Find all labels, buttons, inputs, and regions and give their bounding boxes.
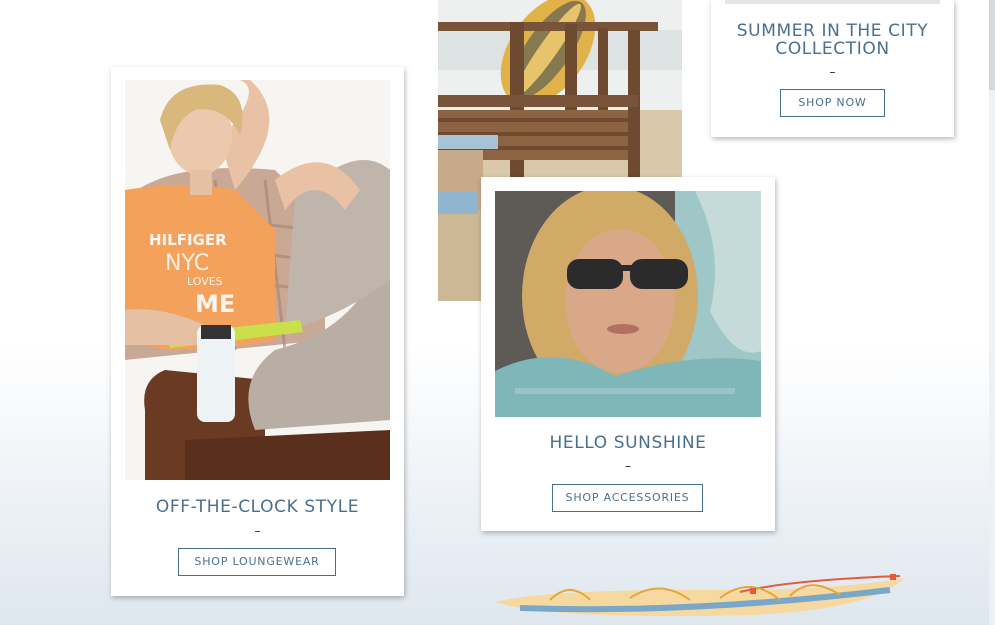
loungewear-card: HILFIGER NYC LOVES ME OFF-THE-CLOCK STYL… xyxy=(111,67,404,596)
title-separator: – xyxy=(625,459,631,473)
sunglasses-photo[interactable] xyxy=(495,191,761,417)
shop-loungewear-button[interactable]: SHOP LOUNGEWEAR xyxy=(178,548,336,576)
summer-collection-card: SUMMER IN THE CITY COLLECTION – SHOP NOW xyxy=(711,0,954,137)
scrollbar[interactable] xyxy=(989,0,995,625)
accessories-card: HELLO SUNSHINE – SHOP ACCESSORIES xyxy=(481,177,775,531)
card-title: HELLO SUNSHINE xyxy=(549,433,707,453)
shop-now-button[interactable]: SHOP NOW xyxy=(780,89,885,117)
title-separator: – xyxy=(254,524,261,538)
tshirt-print-line3: LOVES xyxy=(187,275,223,288)
card-title: OFF-THE-CLOCK STYLE xyxy=(155,497,360,517)
tshirt-print-line4: ME xyxy=(195,290,235,318)
tshirt-print-line1: HILFIGER xyxy=(149,231,227,249)
loungewear-photo[interactable]: HILFIGER NYC LOVES ME xyxy=(125,80,390,480)
card-title-line2: COLLECTION xyxy=(775,39,890,59)
tshirt-print-line2: NYC xyxy=(165,251,209,276)
shop-accessories-button[interactable]: SHOP ACCESSORIES xyxy=(552,484,703,512)
collection-photo[interactable] xyxy=(725,0,940,4)
card-title: SUMMER IN THE CITY COLLECTION xyxy=(711,22,954,58)
scrollbar-thumb[interactable] xyxy=(989,0,995,90)
card-title-line1: SUMMER IN THE CITY xyxy=(736,21,929,41)
title-separator: – xyxy=(829,65,836,79)
surfboard-illustration xyxy=(495,574,905,617)
